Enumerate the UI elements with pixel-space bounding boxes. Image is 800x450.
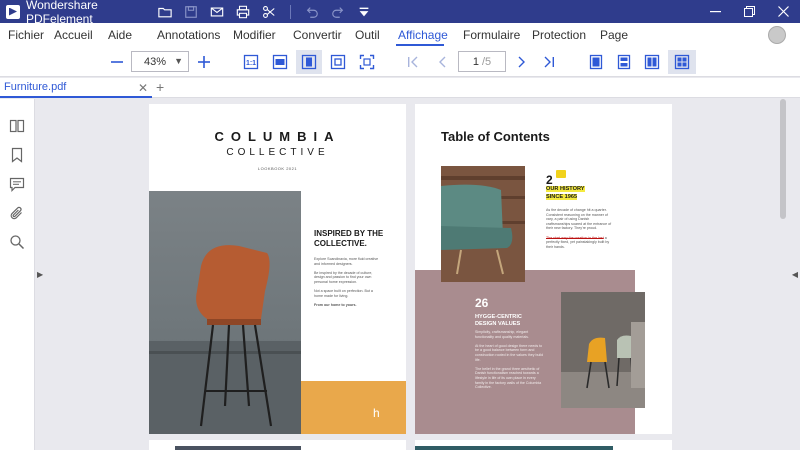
close-icon[interactable]: ✕ <box>138 81 148 95</box>
section-title-highlighted: OUR HISTORY SINCE 1965 <box>546 185 585 201</box>
collapse-right-panel-icon[interactable]: ◀ <box>792 270 798 279</box>
tab-label: Furniture.pdf <box>4 81 67 93</box>
total-pages: /5 <box>482 55 492 68</box>
two-page-view-icon[interactable] <box>640 50 664 74</box>
bookmark-icon[interactable] <box>8 146 26 164</box>
accent-block <box>301 381 406 434</box>
room-photo <box>561 292 645 408</box>
brand-title: COLUMBIA <box>214 129 341 144</box>
fit-width-icon[interactable] <box>268 50 292 74</box>
email-icon[interactable] <box>206 2 228 22</box>
title-bar: Wondershare PDFelement <box>0 0 800 26</box>
intro-paragraph: Explore Scandinavia, more fluid creative… <box>314 257 379 307</box>
view-toolbar: 43% ▼ 1:1 1 /5 <box>0 47 800 77</box>
zoom-value: 43% <box>144 55 167 68</box>
window-controls <box>698 0 800 23</box>
toolbar-divider <box>290 4 291 19</box>
continuous-scroll-icon[interactable] <box>612 50 636 74</box>
active-menu-indicator <box>396 44 444 46</box>
pdf-page-3 <box>149 440 406 450</box>
menu-affichage[interactable]: Affichage <box>398 28 448 42</box>
page-3-strip <box>175 446 301 450</box>
page-4-strip <box>415 446 613 450</box>
previous-page-icon[interactable] <box>434 50 452 74</box>
open-folder-icon[interactable] <box>154 2 176 22</box>
maximize-button[interactable] <box>732 0 766 23</box>
customize-dropdown-icon[interactable] <box>353 2 375 22</box>
page-number-input[interactable]: 1 /5 <box>458 51 506 72</box>
collapse-left-panel-icon[interactable]: ▶ <box>37 270 43 279</box>
menu-formulaire[interactable]: Formulaire <box>463 28 520 42</box>
actual-size-icon[interactable]: 1:1 <box>240 50 262 74</box>
minimize-button[interactable] <box>698 0 732 23</box>
chevron-down-icon: ▼ <box>174 56 183 66</box>
menu-bar: Fichier Accueil Aide Annotations Modifie… <box>0 23 800 47</box>
add-tab-icon[interactable]: + <box>156 79 164 95</box>
sofa-photo <box>441 166 525 282</box>
chair-photo <box>149 191 301 434</box>
pdf-page-2: Table of Contents 2 OUR HISTORY SINCE 19… <box>415 104 672 434</box>
menu-modifier[interactable]: Modifier <box>233 28 276 42</box>
left-sidebar <box>0 99 35 450</box>
toc-title: Table of Contents <box>441 129 550 144</box>
document-tab-bar: Furniture.pdf ✕ + <box>0 78 800 98</box>
thumbnails-icon[interactable] <box>8 117 26 135</box>
menu-annotations[interactable]: Annotations <box>157 28 220 42</box>
save-icon[interactable] <box>180 2 202 22</box>
section-number-26: 26 <box>475 296 489 310</box>
menu-convertir[interactable]: Convertir <box>293 28 342 42</box>
attachment-icon[interactable] <box>8 204 26 222</box>
current-page: 1 <box>472 55 479 68</box>
history-paragraph: As the decade of change hit a quarter. C… <box>546 208 612 249</box>
app-title: Wondershare PDFelement <box>26 0 98 26</box>
first-page-icon[interactable] <box>404 50 422 74</box>
two-page-scroll-view-icon[interactable] <box>668 50 696 74</box>
next-page-icon[interactable] <box>512 50 530 74</box>
close-button[interactable] <box>766 0 800 23</box>
last-page-icon[interactable] <box>540 50 558 74</box>
brand-subtitle: COLLECTIVE <box>226 147 329 158</box>
inspired-heading: INSPIRED BY THE COLLECTIVE. <box>314 229 384 248</box>
full-screen-icon[interactable] <box>355 50 379 74</box>
app-logo-icon <box>6 4 20 19</box>
menu-page[interactable]: Page <box>600 28 628 42</box>
menu-accueil[interactable]: Accueil <box>54 28 93 42</box>
menu-fichier[interactable]: Fichier <box>8 28 44 42</box>
fit-visible-icon[interactable] <box>326 50 350 74</box>
user-avatar[interactable] <box>768 26 786 44</box>
hygge-paragraph: Simplicity, craftsmanship, elegant funct… <box>475 330 544 390</box>
hygge-heading: HYGGE-CENTRIC DESIGN VALUES <box>475 314 522 328</box>
menu-aide[interactable]: Aide <box>108 28 132 42</box>
print-icon[interactable] <box>232 2 254 22</box>
comment-note-icon[interactable] <box>556 170 566 178</box>
menu-protection[interactable]: Protection <box>532 28 586 42</box>
history-line-2: SINCE 1965 <box>546 194 578 200</box>
hygge-line-2: DESIGN VALUES <box>475 321 521 327</box>
fit-page-icon[interactable] <box>296 50 322 74</box>
hygge-line-1: HYGGE-CENTRIC <box>475 314 522 320</box>
pdf-page-1: COLUMBIA COLLECTIVE LOOKBOOK 2021 INSPIR… <box>149 104 406 434</box>
tab-furniture-pdf[interactable]: Furniture.pdf ✕ <box>0 78 152 98</box>
search-icon[interactable] <box>8 233 26 251</box>
zoom-in-icon[interactable] <box>195 50 213 74</box>
zoom-select[interactable]: 43% ▼ <box>131 51 189 72</box>
menu-outil[interactable]: Outil <box>355 28 380 42</box>
zoom-out-icon[interactable] <box>108 50 126 74</box>
svg-text:1:1: 1:1 <box>246 60 256 67</box>
single-page-view-icon[interactable] <box>584 50 608 74</box>
history-line-1: OUR HISTORY <box>546 186 585 192</box>
pdf-page-4 <box>415 440 672 450</box>
quick-access-toolbar <box>154 2 375 22</box>
undo-icon[interactable] <box>301 2 323 22</box>
vertical-scrollbar[interactable] <box>780 99 786 219</box>
redo-icon[interactable] <box>327 2 349 22</box>
lookbook-label: LOOKBOOK 2021 <box>257 166 298 171</box>
scissors-icon[interactable] <box>258 2 280 22</box>
brand-mark-icon: h <box>373 406 380 420</box>
comment-icon[interactable] <box>8 175 26 193</box>
document-viewer[interactable]: COLUMBIA COLLECTIVE LOOKBOOK 2021 INSPIR… <box>45 99 778 450</box>
